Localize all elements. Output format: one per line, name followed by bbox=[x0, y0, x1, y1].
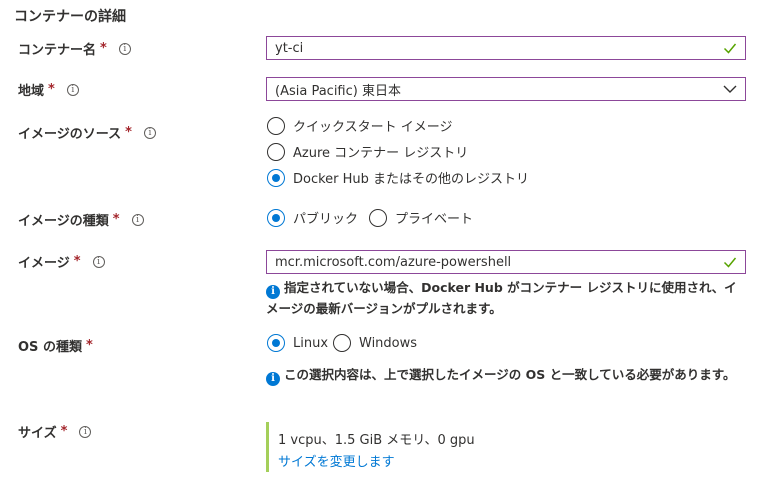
image-type-label-text: イメージの種類 bbox=[18, 214, 109, 229]
radio-quickstart-image[interactable]: クイックスタート イメージ bbox=[267, 116, 452, 135]
radio-label: クイックスタート イメージ bbox=[293, 120, 453, 135]
required-mark: * bbox=[73, 254, 81, 269]
required-mark: * bbox=[60, 424, 68, 439]
size-label: サイズ * i bbox=[18, 422, 92, 441]
radio-label: Windows bbox=[359, 335, 418, 351]
chevron-down-icon bbox=[723, 85, 737, 93]
required-mark: * bbox=[100, 41, 107, 56]
os-info-text: この選択内容は、上で選択したイメージの OS と一致している必要があります。 bbox=[284, 367, 736, 382]
image-label-text: イメージ bbox=[18, 256, 70, 271]
radio-label: パブリック bbox=[293, 212, 359, 227]
image-input[interactable]: mcr.microsoft.com/azure-powershell bbox=[266, 250, 746, 274]
container-name-label-text: コンテナー名 bbox=[18, 43, 97, 58]
info-icon[interactable]: i bbox=[131, 213, 144, 226]
radio-label: Docker Hub またはその他のレジストリ bbox=[293, 172, 530, 187]
size-summary: 1 vcpu、1.5 GiB メモリ、0 gpu サイズを変更します bbox=[266, 422, 566, 472]
radio-circle[interactable] bbox=[333, 334, 351, 352]
region-select[interactable]: (Asia Pacific) 東日本 bbox=[266, 77, 746, 101]
image-source-label-text: イメージのソース bbox=[18, 127, 122, 142]
radio-circle[interactable] bbox=[369, 208, 387, 227]
info-icon[interactable]: i bbox=[143, 126, 156, 139]
check-icon bbox=[723, 43, 737, 54]
os-type-label-text: OS の種類 bbox=[18, 340, 82, 355]
info-icon[interactable]: i bbox=[66, 83, 79, 96]
info-circle-icon: i bbox=[266, 285, 280, 299]
image-source-label: イメージのソース * i bbox=[18, 123, 156, 142]
image-type-label: イメージの種類 * i bbox=[18, 210, 144, 229]
size-label-text: サイズ bbox=[18, 426, 57, 441]
check-icon bbox=[723, 257, 737, 268]
region-label-text: 地域 bbox=[18, 84, 45, 99]
radio-circle-selected[interactable] bbox=[267, 334, 285, 352]
region-label: 地域 * i bbox=[18, 80, 79, 99]
info-icon[interactable]: i bbox=[118, 42, 131, 55]
size-value: 1 vcpu、1.5 GiB メモリ、0 gpu bbox=[278, 433, 475, 448]
required-mark: * bbox=[112, 212, 120, 227]
required-mark: * bbox=[85, 338, 93, 353]
info-icon[interactable]: i bbox=[92, 255, 105, 268]
radio-private[interactable]: プライベート bbox=[369, 208, 473, 227]
radio-circle[interactable] bbox=[267, 142, 285, 161]
radio-label: プライベート bbox=[395, 212, 474, 227]
radio-circle[interactable] bbox=[267, 116, 285, 135]
radio-label: Linux bbox=[293, 335, 329, 351]
image-info-text: 指定されていない場合、Docker Hub がコンテナー レジストリに使用され、… bbox=[266, 280, 737, 316]
container-name-value: yt-ci bbox=[275, 40, 304, 56]
image-label: イメージ * i bbox=[18, 252, 105, 271]
radio-circle-selected[interactable] bbox=[267, 208, 285, 227]
region-value: (Asia Pacific) 東日本 bbox=[275, 83, 401, 99]
section-title: コンテナーの詳細 bbox=[14, 9, 126, 25]
radio-azure-container-registry[interactable]: Azure コンテナー レジストリ bbox=[267, 142, 468, 161]
required-mark: * bbox=[125, 125, 132, 140]
container-name-input[interactable]: yt-ci bbox=[266, 36, 746, 60]
required-mark: * bbox=[48, 82, 55, 97]
container-name-label: コンテナー名 * i bbox=[18, 39, 131, 58]
radio-circle-selected[interactable] bbox=[267, 168, 285, 187]
os-type-label: OS の種類 * bbox=[18, 336, 93, 355]
change-size-link[interactable]: サイズを変更します bbox=[278, 451, 395, 470]
radio-docker-hub[interactable]: Docker Hub またはその他のレジストリ bbox=[267, 168, 529, 187]
image-info-message: i 指定されていない場合、Docker Hub がコンテナー レジストリに使用され… bbox=[266, 278, 744, 319]
radio-linux[interactable]: Linux bbox=[267, 334, 328, 352]
image-value: mcr.microsoft.com/azure-powershell bbox=[275, 254, 512, 270]
info-icon[interactable]: i bbox=[79, 425, 92, 438]
radio-label: Azure コンテナー レジストリ bbox=[293, 146, 469, 161]
info-circle-icon: i bbox=[266, 372, 280, 386]
os-info-message: i この選択内容は、上で選択したイメージの OS と一致している必要があります。 bbox=[266, 365, 744, 386]
radio-windows[interactable]: Windows bbox=[333, 334, 417, 352]
radio-public[interactable]: パブリック bbox=[267, 208, 358, 227]
